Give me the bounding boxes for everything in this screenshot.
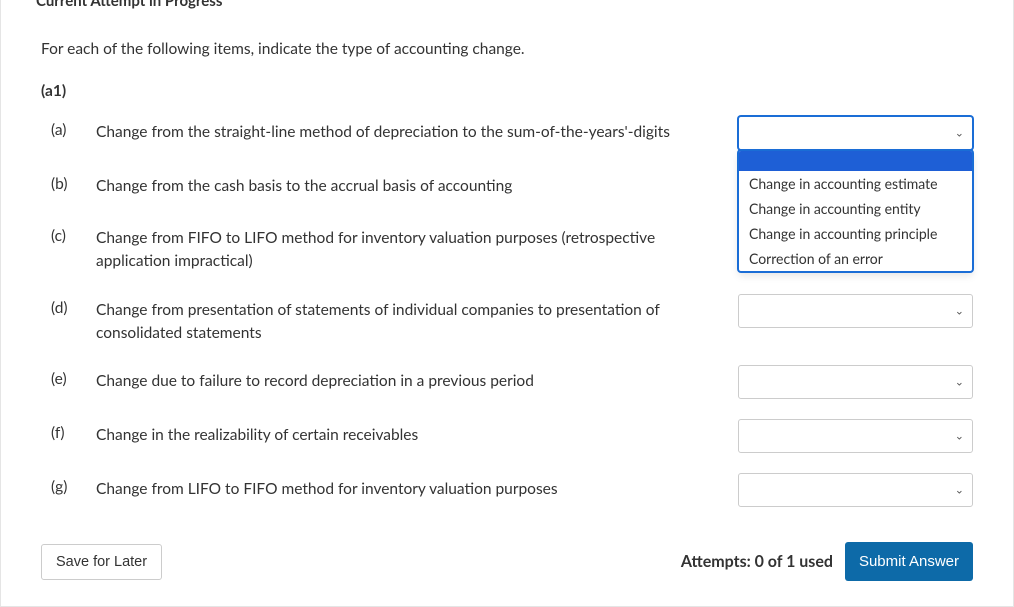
item-label: (f) <box>41 415 96 442</box>
dropdown-panel: Change in accounting estimateChange in a… <box>738 150 973 272</box>
question-container: Current Attempt in Progress For each of … <box>0 0 1014 607</box>
select-wrap: ⌄ <box>738 469 973 507</box>
item-row: (d)Change from presentation of statement… <box>41 290 973 346</box>
select-wrap: ⌄ <box>738 415 973 453</box>
item-text: Change from FIFO to LIFO method for inve… <box>96 218 738 274</box>
chevron-down-icon: ⌄ <box>955 430 964 443</box>
answer-select[interactable]: ⌄ <box>738 419 973 453</box>
item-label: (e) <box>41 361 96 388</box>
item-text: Change from the cash basis to the accrua… <box>96 166 738 198</box>
dropdown-option[interactable]: Change in accounting principle <box>739 221 972 246</box>
chevron-down-icon: ⌄ <box>955 127 964 140</box>
part-label: (a1) <box>41 82 973 100</box>
dropdown-option[interactable]: Change in accounting entity <box>739 196 972 221</box>
dropdown-option[interactable]: Change in accounting estimate <box>739 171 972 196</box>
item-label: (g) <box>41 469 96 496</box>
select-wrap: ⌄ <box>738 361 973 399</box>
submit-answer-button[interactable]: Submit Answer <box>845 542 973 581</box>
progress-title: Current Attempt in Progress <box>36 0 973 10</box>
item-label: (d) <box>41 290 96 317</box>
item-text: Change from the straight-line method of … <box>96 112 738 144</box>
footer-right: Attempts: 0 of 1 used Submit Answer <box>681 542 973 581</box>
item-label: (c) <box>41 218 96 245</box>
answer-select[interactable]: ⌄ <box>738 294 973 328</box>
chevron-down-icon: ⌄ <box>955 484 964 497</box>
item-text: Change due to failure to record deprecia… <box>96 361 738 393</box>
dropdown-option[interactable] <box>739 151 972 171</box>
items-list: (a)Change from the straight-line method … <box>41 112 973 507</box>
select-wrap: ⌄Change in accounting estimateChange in … <box>738 112 973 150</box>
chevron-down-icon: ⌄ <box>955 304 964 317</box>
item-text: Change from LIFO to FIFO method for inve… <box>96 469 738 501</box>
item-text: Change from presentation of statements o… <box>96 290 738 346</box>
chevron-down-icon: ⌄ <box>955 376 964 389</box>
attempts-text: Attempts: 0 of 1 used <box>681 552 833 571</box>
answer-select[interactable]: ⌄ <box>738 365 973 399</box>
dropdown-option[interactable]: Correction of an error <box>739 246 972 271</box>
save-for-later-button[interactable]: Save for Later <box>41 544 162 580</box>
answer-select[interactable]: ⌄ <box>738 473 973 507</box>
footer: Save for Later Attempts: 0 of 1 used Sub… <box>41 542 973 586</box>
item-label: (a) <box>41 112 96 139</box>
instruction-text: For each of the following items, indicat… <box>41 40 973 58</box>
item-row: (g)Change from LIFO to FIFO method for i… <box>41 469 973 507</box>
item-row: (e)Change due to failure to record depre… <box>41 361 973 399</box>
answer-select[interactable]: ⌄ <box>738 116 973 150</box>
item-label: (b) <box>41 166 96 193</box>
select-wrap: ⌄ <box>738 290 973 328</box>
item-row: (a)Change from the straight-line method … <box>41 112 973 150</box>
item-text: Change in the realizability of certain r… <box>96 415 738 447</box>
item-row: (f)Change in the realizability of certai… <box>41 415 973 453</box>
